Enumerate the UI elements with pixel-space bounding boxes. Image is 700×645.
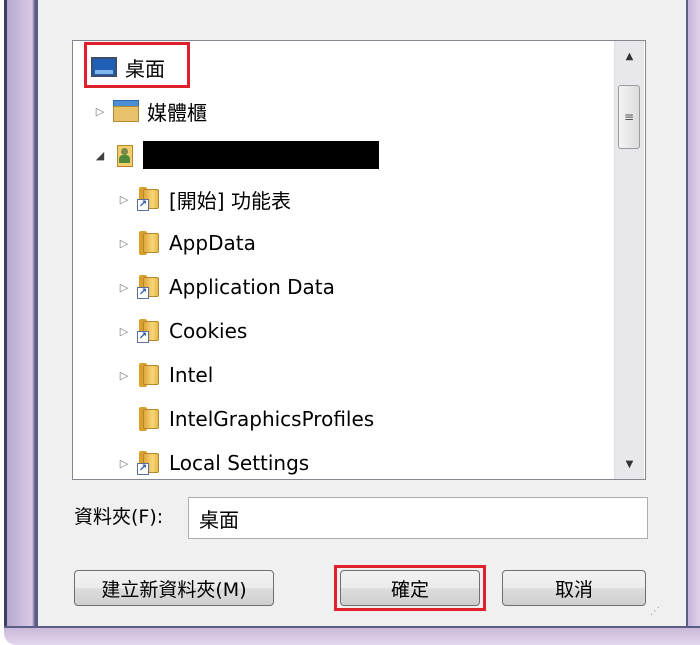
- tree-item-label: [開始] 功能表: [169, 188, 291, 213]
- folder-icon: [137, 231, 161, 255]
- redacted-username: [143, 141, 379, 169]
- tree-item-local-settings[interactable]: ▷ ↗ Local Settings: [117, 445, 310, 479]
- tree-item-cookies[interactable]: ▷ ↗ Cookies: [117, 313, 247, 349]
- expand-arrow-icon[interactable]: ▷: [117, 368, 131, 382]
- tree-item-label: IntelGraphicsProfiles: [169, 407, 375, 431]
- vertical-scrollbar[interactable]: ▲ ≡ ▼: [614, 41, 644, 479]
- expand-arrow-icon[interactable]: ▷: [117, 236, 131, 250]
- folder-shortcut-icon: ↗: [137, 275, 161, 299]
- folder-shortcut-icon: ↗: [137, 451, 161, 475]
- folder-icon: [137, 407, 161, 431]
- tree-item-label: 媒體櫃: [147, 100, 207, 125]
- folder-tree-view[interactable]: 桌面 ▷ 媒體櫃 ◢ ▷ ↗ [開始] 功能表 ▷ AppData ▷ ↗ Ap…: [72, 40, 646, 480]
- cancel-button[interactable]: 取消: [502, 570, 646, 606]
- folder-shortcut-icon: ↗: [137, 187, 161, 211]
- new-folder-button[interactable]: 建立新資料夾(M): [74, 570, 274, 606]
- window-frame-bottom: [4, 626, 700, 645]
- library-icon: [113, 100, 139, 122]
- folder-shortcut-icon: ↗: [137, 319, 161, 343]
- window-frame-left: [4, 0, 38, 632]
- scroll-down-arrow-icon[interactable]: ▼: [615, 449, 644, 479]
- expand-arrow-icon[interactable]: ▷: [117, 192, 131, 206]
- tree-item-application-data[interactable]: ▷ ↗ Application Data: [117, 269, 335, 305]
- tree-item-user[interactable]: ◢: [93, 137, 379, 173]
- tree-item-label: AppData: [169, 231, 256, 255]
- desktop-highlight-box: [84, 42, 190, 88]
- expand-arrow-icon[interactable]: ▷: [93, 104, 107, 118]
- expand-arrow-icon[interactable]: ▷: [117, 280, 131, 294]
- scroll-up-arrow-icon[interactable]: ▲: [615, 41, 644, 71]
- tree-item-appdata[interactable]: ▷ AppData: [117, 225, 256, 261]
- folder-name-input[interactable]: [188, 497, 648, 539]
- tree-item-start-menu[interactable]: ▷ ↗ [開始] 功能表: [117, 181, 291, 217]
- tree-item-label: Intel: [169, 363, 214, 387]
- window-frame-right: [686, 0, 700, 632]
- tree-item-label: Application Data: [169, 275, 335, 299]
- tree-item-library[interactable]: ▷ 媒體櫃: [93, 93, 207, 129]
- folder-icon: [137, 363, 161, 387]
- folder-field-label: 資料夾(F):: [74, 506, 164, 528]
- expand-arrow-icon[interactable]: ▷: [117, 456, 131, 470]
- ok-highlight-box: [334, 565, 486, 611]
- tree-item-label: Local Settings: [169, 451, 310, 475]
- collapse-arrow-icon[interactable]: ◢: [93, 148, 107, 162]
- user-folder-icon: [113, 143, 135, 167]
- expand-arrow-icon[interactable]: ▷: [117, 324, 131, 338]
- scrollbar-thumb[interactable]: ≡: [618, 85, 640, 149]
- tree-item-label: Cookies: [169, 319, 248, 343]
- resize-grip-icon[interactable]: ⋰: [650, 607, 664, 622]
- tree-item-intel[interactable]: ▷ Intel: [117, 357, 213, 393]
- tree-item-intel-graphics-profiles[interactable]: IntelGraphicsProfiles: [137, 401, 374, 437]
